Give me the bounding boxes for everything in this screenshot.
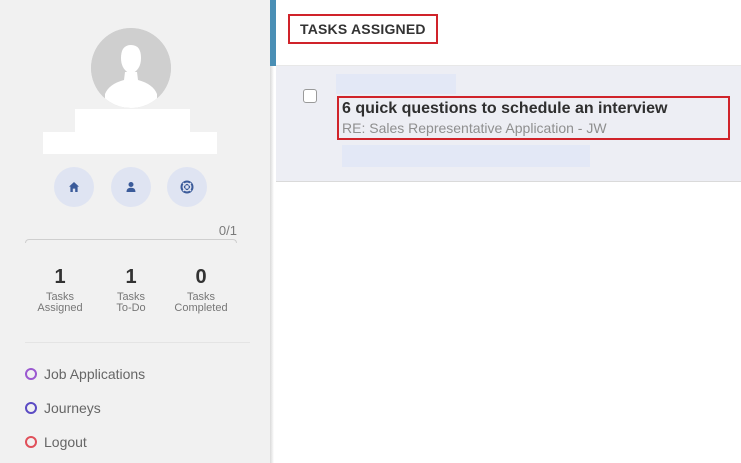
task-details-redacted xyxy=(342,145,590,167)
nav-item-label: Logout xyxy=(44,434,87,450)
task-checkbox[interactable] xyxy=(303,89,317,103)
user-icon xyxy=(126,182,136,192)
nav-item-label: Journeys xyxy=(44,400,101,416)
stat-label-line2: Assigned xyxy=(37,302,83,314)
avatar xyxy=(91,28,171,108)
task-row[interactable]: 6 quick questions to schedule an intervi… xyxy=(276,66,741,182)
nav-item-journeys[interactable]: Journeys xyxy=(25,400,101,416)
circle-icon xyxy=(25,368,37,380)
stat-value: 1 xyxy=(54,266,66,288)
help-button[interactable] xyxy=(167,167,207,207)
circle-icon xyxy=(25,402,37,414)
nav-item-label: Job Applications xyxy=(44,366,146,382)
home-button[interactable] xyxy=(54,167,94,207)
user-email-redacted xyxy=(43,132,217,154)
nav-item-job-applications[interactable]: Job Applications xyxy=(25,366,145,382)
page-title: TASKS ASSIGNED xyxy=(288,14,438,44)
main-header: TASKS ASSIGNED xyxy=(276,0,741,66)
sidebar: 0/1 1 Tasks Assigned 1 Tasks To-Do 0 Tas… xyxy=(0,0,270,463)
user-silhouette-icon xyxy=(91,28,171,108)
stat-tasks-todo: 1 Tasks To-Do xyxy=(91,266,171,314)
app: 0/1 1 Tasks Assigned 1 Tasks To-Do 0 Tas… xyxy=(0,0,741,463)
user-name-redacted xyxy=(75,109,190,134)
main-edge-shadow xyxy=(270,66,274,463)
stat-value: 1 xyxy=(125,266,137,288)
stat-label-line2: To-Do xyxy=(116,302,146,314)
task-title: 6 quick questions to schedule an intervi… xyxy=(342,100,668,117)
stat-value: 0 xyxy=(195,266,207,288)
home-icon xyxy=(69,182,79,192)
task-content[interactable]: 6 quick questions to schedule an intervi… xyxy=(337,96,730,140)
nav-item-logout[interactable]: Logout xyxy=(25,434,87,450)
circle-icon xyxy=(25,436,37,448)
stat-tasks-assigned: 1 Tasks Assigned xyxy=(20,266,100,314)
stat-tasks-completed: 0 Tasks Completed xyxy=(161,266,241,314)
progress-bar xyxy=(25,239,237,243)
task-meta-redacted xyxy=(336,74,456,94)
lifebuoy-icon xyxy=(180,180,194,194)
sidebar-divider xyxy=(25,342,250,343)
progress-count: 0/1 xyxy=(218,223,237,238)
task-subtitle: RE: Sales Representative Application - J… xyxy=(342,120,607,136)
profile-button[interactable] xyxy=(111,167,151,207)
stat-label-line2: Completed xyxy=(174,302,228,314)
